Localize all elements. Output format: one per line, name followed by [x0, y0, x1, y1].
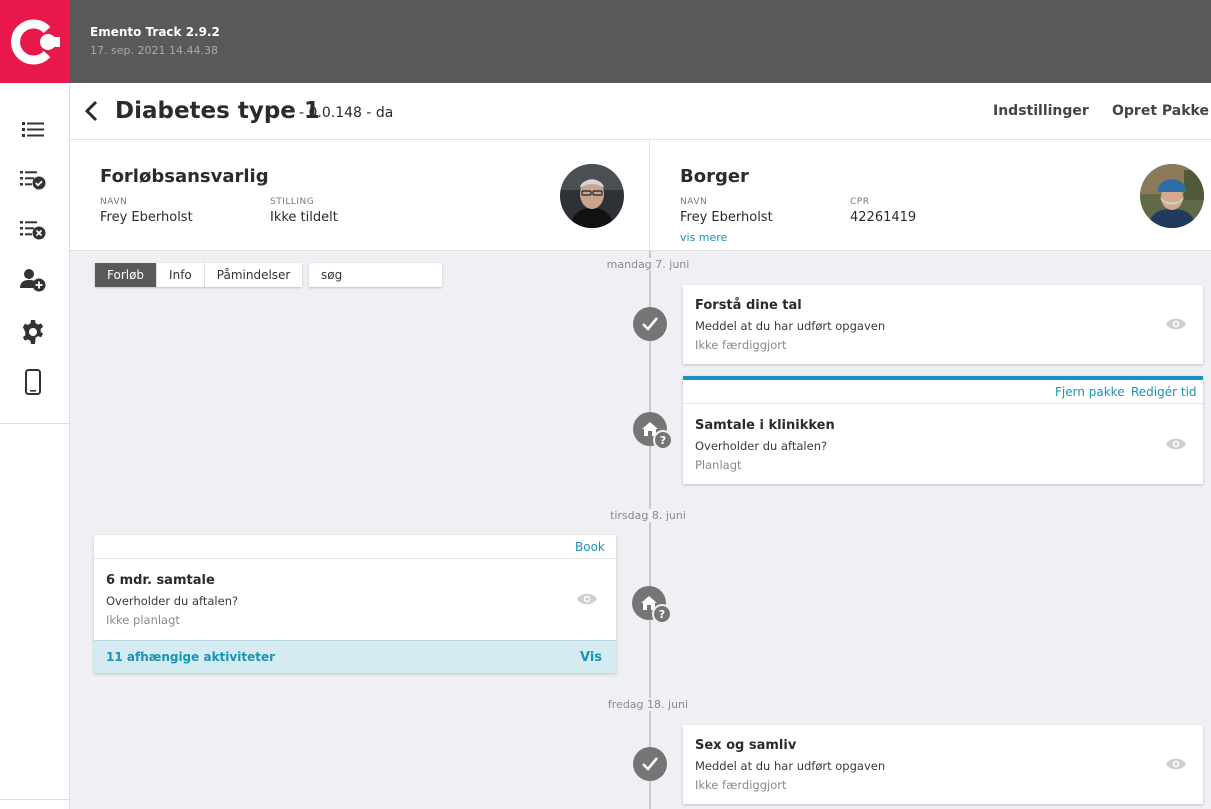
create-package-button[interactable]: Opret Pakke: [1112, 103, 1209, 119]
responsible-heading: Forløbsansvarlig: [100, 166, 269, 187]
emento-logo-icon: [11, 19, 60, 65]
top-bar: Emento Track 2.9.2 17. sep. 2021 14.44.3…: [0, 0, 1211, 83]
back-arrow-icon[interactable]: [82, 100, 102, 122]
activity-card[interactable]: Book 6 mdr. samtale Overholder du aftale…: [94, 535, 616, 673]
add-person-icon[interactable]: [20, 267, 46, 293]
rail-divider: [0, 423, 69, 424]
citizen-panel: Borger NAVN Frey Eberholst CPR 42261419 …: [650, 140, 1211, 251]
app-timestamp: 17. sep. 2021 14.44.38: [90, 44, 218, 57]
app-logo[interactable]: [0, 0, 70, 83]
card-subtitle: Meddel at du har udført opgaven: [695, 759, 886, 773]
dependent-activities-label: 11 afhængige aktiviteter: [106, 650, 275, 664]
card-subtitle: Overholder du aftalen?: [106, 594, 239, 608]
activity-card[interactable]: Forstå dine tal Meddel at du har udført …: [683, 285, 1203, 364]
eye-icon[interactable]: [1165, 757, 1187, 771]
eye-icon[interactable]: [1165, 317, 1187, 331]
activity-card[interactable]: Fjern pakke Redigér tid Samtale i klinik…: [683, 376, 1203, 484]
date-label: tirsdag 8. juni: [548, 509, 748, 522]
date-label: mandag 7. juni: [548, 258, 748, 271]
search-input[interactable]: [309, 263, 442, 287]
card-toolbar: Fjern pakke Redigér tid: [683, 380, 1203, 404]
question-mark-icon: ?: [652, 604, 672, 624]
dependent-activities-bar[interactable]: 11 afhængige aktiviteter Vis: [94, 640, 616, 673]
card-subtitle: Meddel at du har udført opgaven: [695, 319, 886, 333]
responsible-avatar: [560, 164, 624, 228]
card-title: 6 mdr. samtale: [106, 573, 215, 588]
package-header: Diabetes type 1 - 0.0.148 - da Indstilli…: [70, 83, 1211, 140]
card-status: Planlagt: [695, 458, 742, 472]
card-status: Ikke færdiggjort: [695, 338, 787, 352]
list-check-icon[interactable]: [20, 167, 46, 193]
eye-icon[interactable]: [576, 592, 598, 606]
side-navigation: [0, 83, 70, 809]
date-label: fredag 18. juni: [548, 698, 748, 711]
tab-course[interactable]: Forløb: [95, 263, 158, 287]
citizen-cpr: 42261419: [850, 210, 917, 225]
citizen-heading: Borger: [680, 166, 749, 187]
eye-icon[interactable]: [1165, 437, 1187, 451]
responsible-position: Ikke tildelt: [270, 210, 338, 225]
check-node-icon: [633, 307, 667, 341]
check-node-icon: [633, 747, 667, 781]
settings-button[interactable]: Indstillinger: [993, 103, 1089, 119]
tab-reminders[interactable]: Påmindelser: [205, 263, 303, 287]
responsible-name-label: NAVN: [100, 197, 128, 207]
card-subtitle: Overholder du aftalen?: [695, 439, 828, 453]
citizen-name: Frey Eberholst: [680, 210, 773, 225]
citizen-name-label: NAVN: [680, 197, 708, 207]
edit-time-link[interactable]: Redigér tid: [1131, 385, 1197, 399]
list-remove-icon[interactable]: [20, 217, 46, 243]
settings-gear-icon[interactable]: [20, 319, 46, 345]
remove-package-link[interactable]: Fjern pakke: [1055, 385, 1125, 399]
citizen-avatar: [1140, 164, 1204, 228]
book-link[interactable]: Book: [575, 540, 605, 554]
show-dependents-link[interactable]: Vis: [580, 650, 602, 665]
responsible-position-label: STILLING: [270, 197, 315, 207]
list-icon[interactable]: [20, 117, 46, 143]
rail-divider-bottom: [0, 799, 69, 800]
package-version: - 0.0.148 - da: [299, 105, 394, 121]
card-status: Ikke færdiggjort: [695, 778, 787, 792]
citizen-cpr-label: CPR: [850, 197, 870, 207]
responsible-panel: Forløbsansvarlig NAVN Frey Eberholst STI…: [70, 140, 650, 251]
card-title: Forstå dine tal: [695, 298, 802, 313]
view-tabs: Forløb Info Påmindelser: [95, 263, 303, 287]
mobile-phone-icon[interactable]: [20, 369, 46, 395]
card-status: Ikke planlagt: [106, 613, 180, 627]
card-title: Sex og samliv: [695, 738, 797, 753]
activity-card[interactable]: Sex og samliv Meddel at du har udført op…: [683, 725, 1203, 804]
card-title: Samtale i klinikken: [695, 418, 835, 433]
app-title: Emento Track 2.9.2: [90, 25, 220, 39]
show-more-link[interactable]: vis mere: [680, 231, 727, 244]
tab-info[interactable]: Info: [157, 263, 205, 287]
responsible-name: Frey Eberholst: [100, 210, 193, 225]
card-toolbar: Book: [94, 535, 616, 559]
question-mark-icon: ?: [653, 430, 673, 450]
package-title: Diabetes type 1: [115, 98, 320, 124]
